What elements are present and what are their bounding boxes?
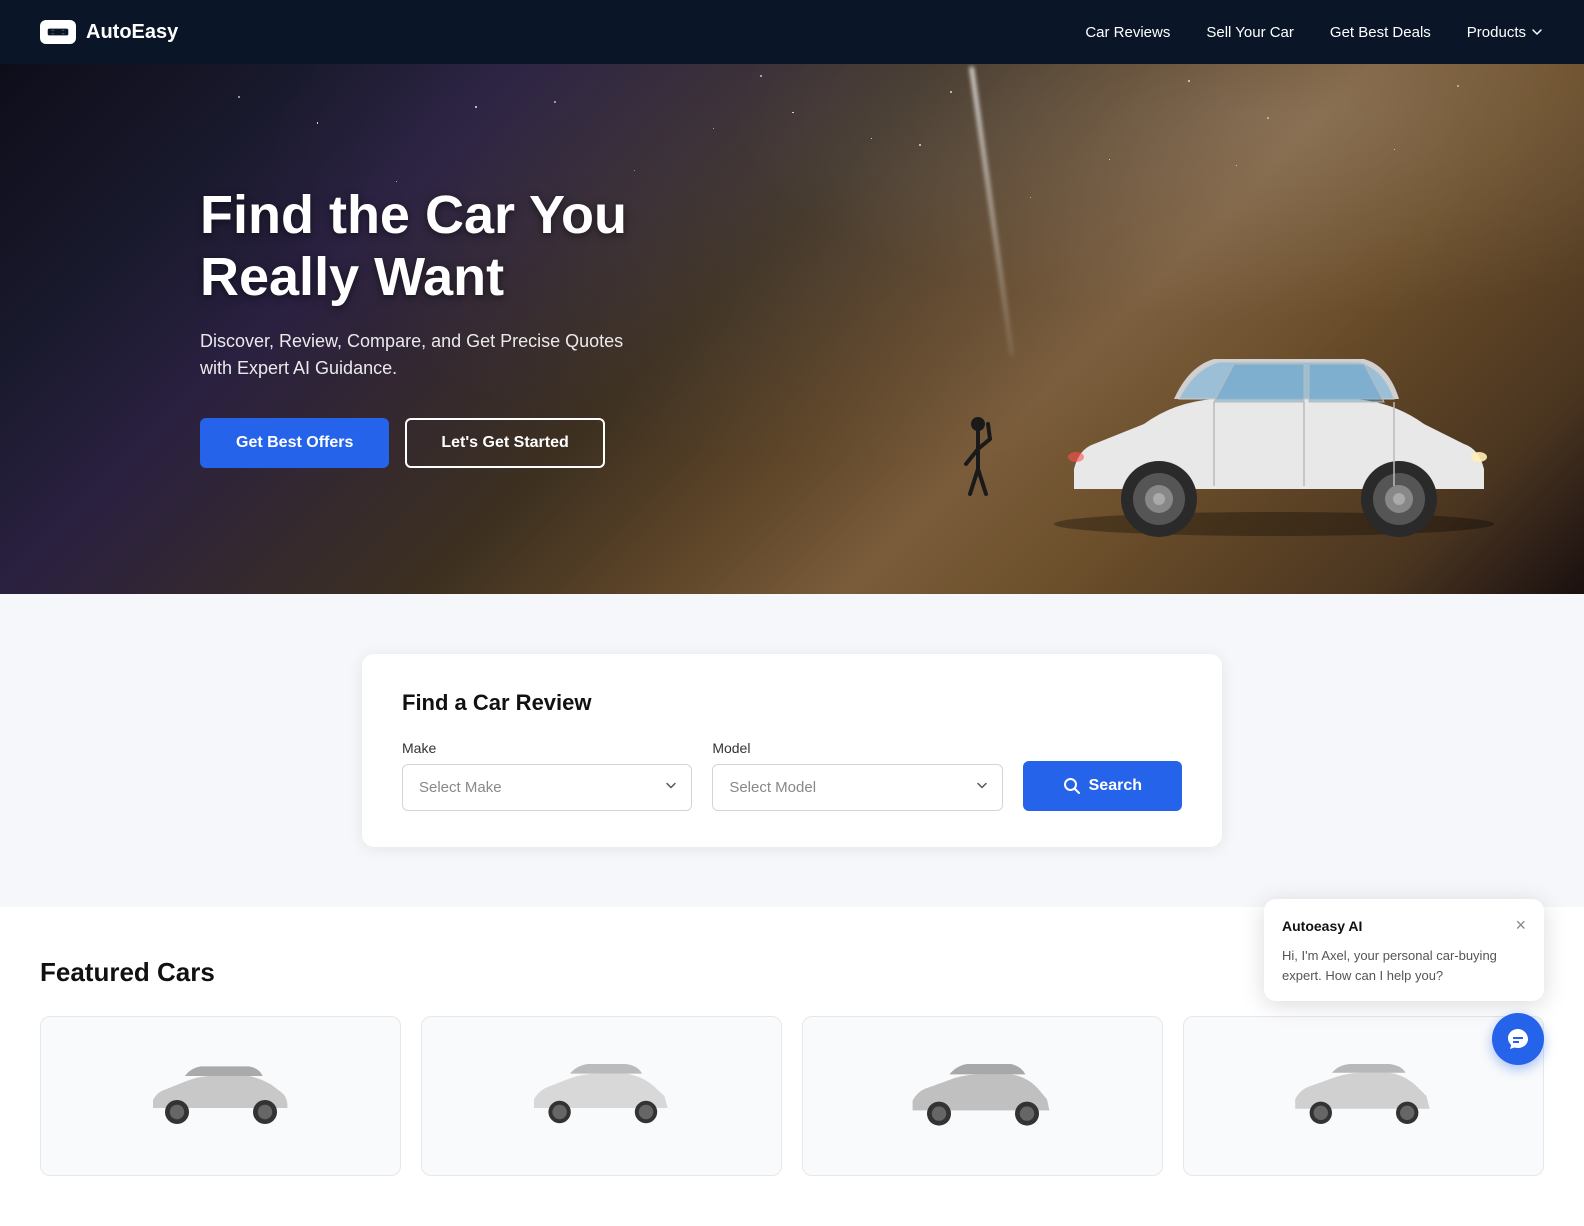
search-icon xyxy=(1063,777,1081,795)
brand-logo[interactable]: AutoEasy xyxy=(40,20,178,44)
navbar-nav: Car Reviews Sell Your Car Get Best Deals… xyxy=(1085,24,1544,41)
featured-car-svg-1 xyxy=(141,1061,301,1131)
model-select-wrapper: Select Model xyxy=(712,764,1002,811)
hero-car-image xyxy=(1014,294,1534,554)
chatbot-close-button[interactable]: × xyxy=(1515,915,1526,936)
chatbot-widget: Autoeasy AI × Hi, I'm Axel, your persona… xyxy=(1264,899,1544,1065)
brand-name: AutoEasy xyxy=(86,21,178,44)
make-field-group: Make Select Make Toyota Honda Ford BMW M… xyxy=(402,740,692,811)
featured-car-card[interactable] xyxy=(802,1016,1163,1176)
featured-car-card[interactable] xyxy=(421,1016,782,1176)
chatbot-name: Autoeasy AI xyxy=(1282,918,1362,934)
hero-content: Find the Car You Really Want Discover, R… xyxy=(200,184,660,468)
model-select[interactable]: Select Model xyxy=(712,764,1002,811)
search-button[interactable]: Search xyxy=(1023,761,1182,811)
lets-get-started-button[interactable]: Let's Get Started xyxy=(405,418,604,468)
featured-car-svg-2 xyxy=(522,1061,682,1131)
chatbot-fab-button[interactable] xyxy=(1492,1013,1544,1065)
search-card: Find a Car Review Make Select Make Toyot… xyxy=(362,654,1222,847)
hero-section: Find the Car You Really Want Discover, R… xyxy=(0,64,1584,594)
hero-subtitle: Discover, Review, Compare, and Get Preci… xyxy=(200,328,660,382)
make-label: Make xyxy=(402,740,692,756)
get-best-offers-button[interactable]: Get Best Offers xyxy=(200,418,389,468)
hero-buttons: Get Best Offers Let's Get Started xyxy=(200,418,660,468)
chatbot-bubble: Autoeasy AI × Hi, I'm Axel, your persona… xyxy=(1264,899,1544,1001)
nav-products-dropdown[interactable]: Products xyxy=(1467,24,1544,41)
model-label: Model xyxy=(712,740,1002,756)
search-fields: Make Select Make Toyota Honda Ford BMW M… xyxy=(402,740,1182,811)
nav-car-reviews[interactable]: Car Reviews xyxy=(1085,24,1170,41)
search-card-title: Find a Car Review xyxy=(402,690,1182,716)
chatbot-header: Autoeasy AI × xyxy=(1282,915,1526,936)
model-field-group: Model Select Model xyxy=(712,740,1002,811)
chatbot-message: Hi, I'm Axel, your personal car-buying e… xyxy=(1282,946,1526,985)
search-section: Find a Car Review Make Select Make Toyot… xyxy=(0,594,1584,907)
hero-person-svg xyxy=(958,414,998,514)
featured-car-card[interactable] xyxy=(40,1016,401,1176)
nav-best-deals[interactable]: Get Best Deals xyxy=(1330,24,1431,41)
make-select[interactable]: Select Make Toyota Honda Ford BMW Merced… xyxy=(402,764,692,811)
nav-sell-car[interactable]: Sell Your Car xyxy=(1206,24,1294,41)
make-select-wrapper: Select Make Toyota Honda Ford BMW Merced… xyxy=(402,764,692,811)
navbar: AutoEasy Car Reviews Sell Your Car Get B… xyxy=(0,0,1584,64)
chatbot-icon xyxy=(1506,1027,1530,1051)
chevron-down-icon xyxy=(1530,25,1544,39)
featured-car-svg-3 xyxy=(903,1061,1063,1131)
featured-car-svg-4 xyxy=(1284,1061,1444,1131)
hero-person-silhouette xyxy=(958,414,998,514)
hero-car-svg xyxy=(1014,294,1534,554)
hero-title: Find the Car You Really Want xyxy=(200,184,660,308)
brand-icon xyxy=(40,20,76,44)
brand-svg xyxy=(46,24,70,40)
